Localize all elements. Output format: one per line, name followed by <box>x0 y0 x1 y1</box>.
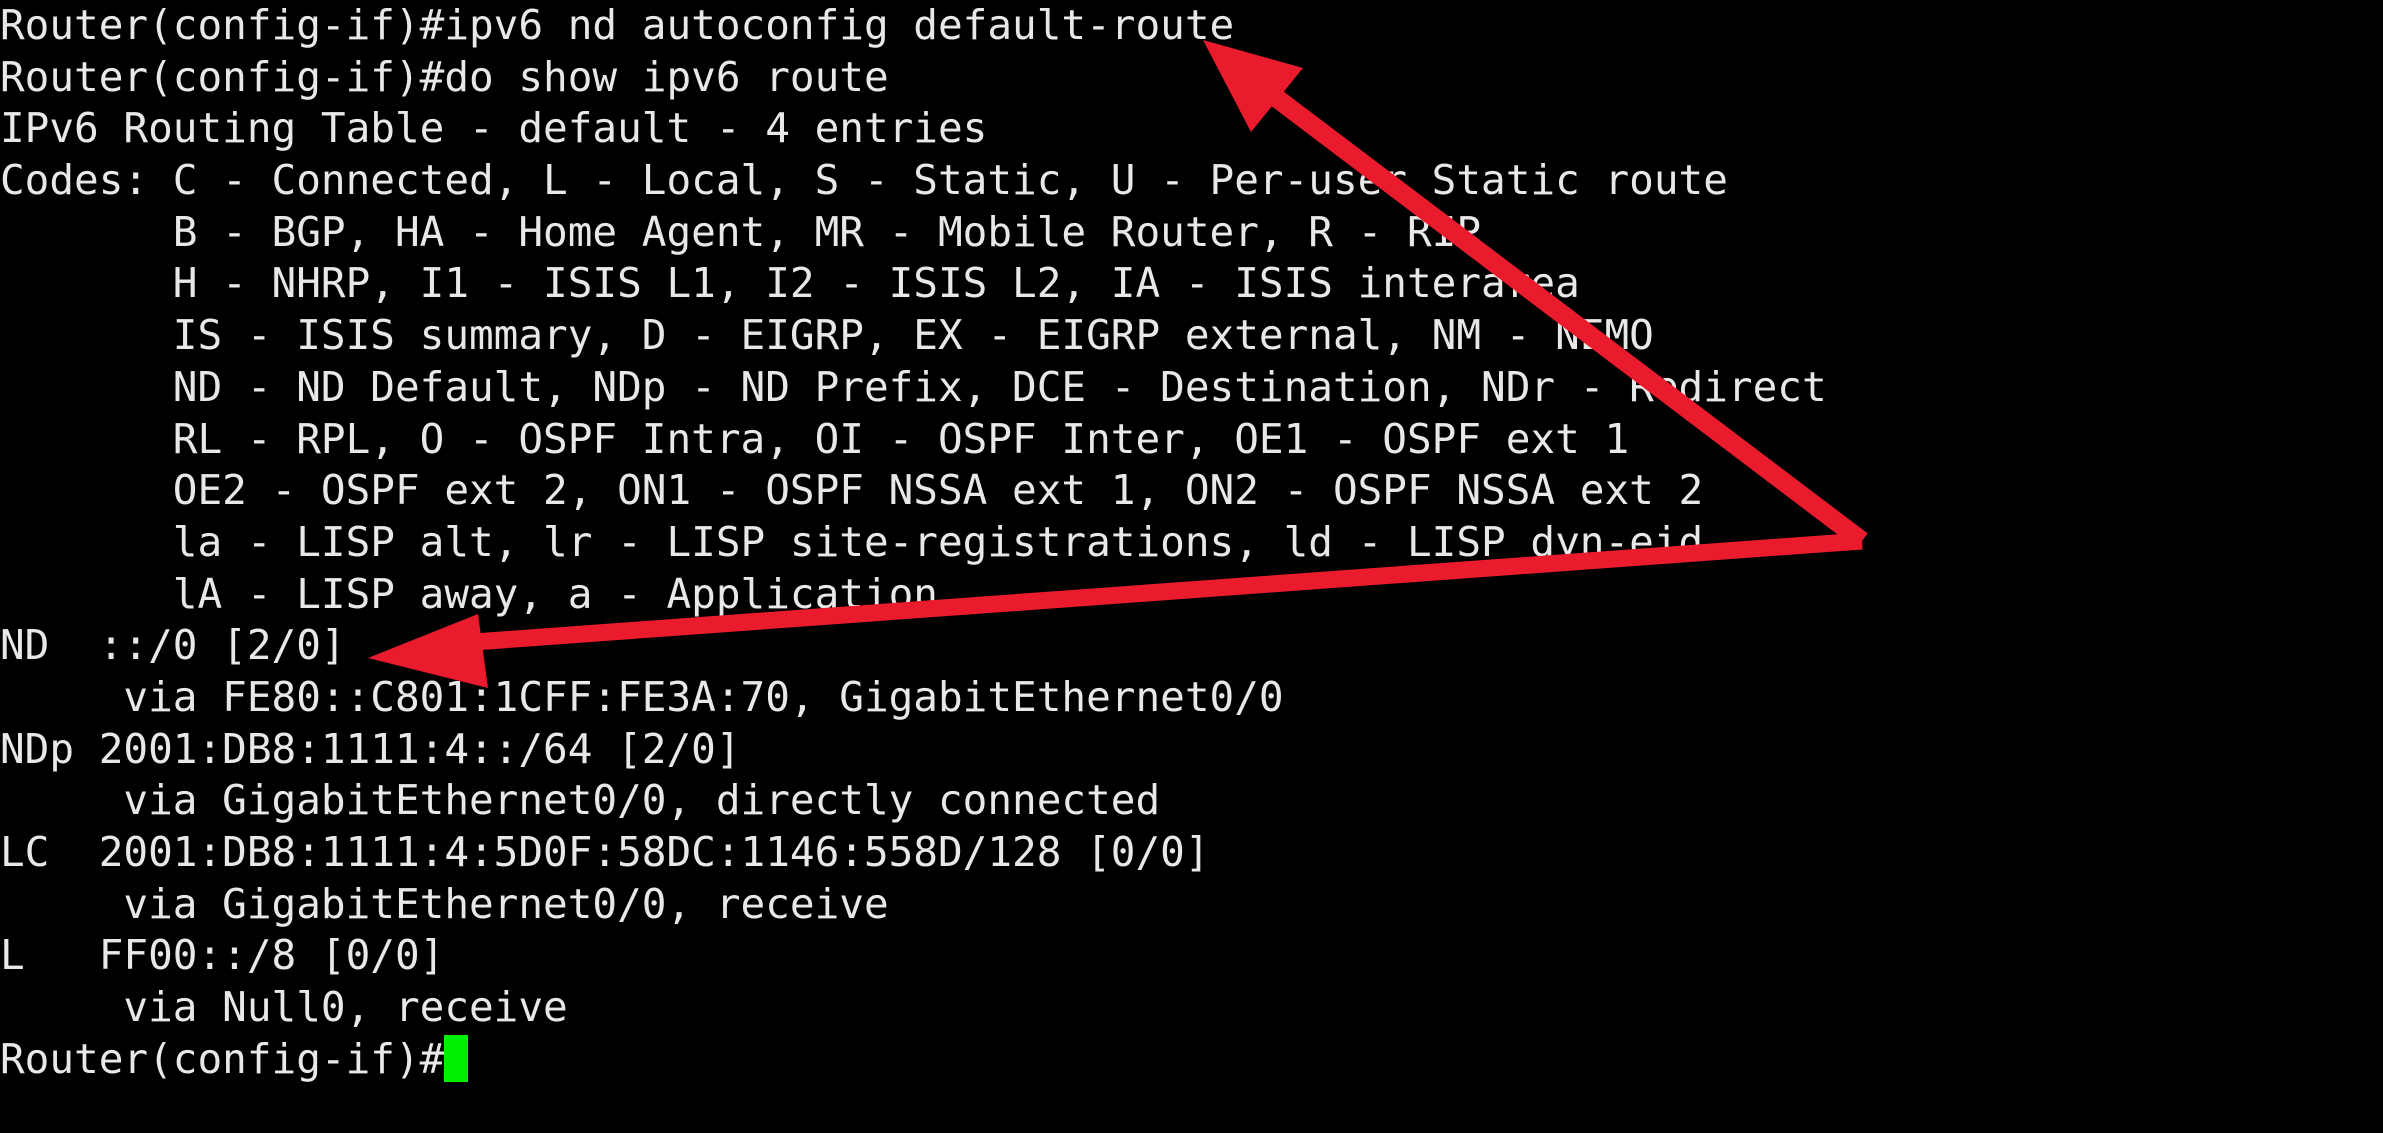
terminal-line: Router(config-if)#do show ipv6 route <box>0 52 889 101</box>
terminal-line: via Null0, receive <box>0 983 568 1032</box>
terminal-prompt: Router(config-if)# <box>0 1034 445 1083</box>
terminal-line: OE2 - OSPF ext 2, ON1 - OSPF NSSA ext 1,… <box>0 466 1704 515</box>
terminal-line: Codes: C - Connected, L - Local, S - Sta… <box>0 156 1728 205</box>
terminal-line: ND ::/0 [2/0] <box>0 621 346 670</box>
terminal-line: la - LISP alt, lr - LISP site-registrati… <box>0 517 1704 566</box>
terminal-line: NDp 2001:DB8:1111:4::/64 [2/0] <box>0 724 741 773</box>
terminal-line: L FF00::/8 [0/0] <box>0 931 445 980</box>
terminal-window[interactable]: Router(config-if)#ipv6 nd autoconfig def… <box>0 0 2383 1133</box>
terminal-line: Router(config-if)#ipv6 nd autoconfig def… <box>0 1 1235 49</box>
terminal-line: H - NHRP, I1 - ISIS L1, I2 - ISIS L2, IA… <box>0 259 1580 308</box>
terminal-line: B - BGP, HA - Home Agent, MR - Mobile Ro… <box>0 207 1482 256</box>
console-output: Router(config-if)#ipv6 nd autoconfig def… <box>0 0 2383 1085</box>
terminal-line: via GigabitEthernet0/0, receive <box>0 879 889 928</box>
terminal-prompt-line[interactable]: Router(config-if)# <box>0 1034 2383 1086</box>
terminal-line: via GigabitEthernet0/0, directly connect… <box>0 776 1161 825</box>
terminal-line: IS - ISIS summary, D - EIGRP, EX - EIGRP… <box>0 311 1654 360</box>
terminal-line: IPv6 Routing Table - default - 4 entries <box>0 104 988 153</box>
terminal-line: RL - RPL, O - OSPF Intra, OI - OSPF Inte… <box>0 414 1630 463</box>
terminal-line: via FE80::C801:1CFF:FE3A:70, GigabitEthe… <box>0 672 1284 721</box>
text-cursor <box>444 1034 469 1082</box>
terminal-line: LC 2001:DB8:1111:4:5D0F:58DC:1146:558D/1… <box>0 828 1210 876</box>
terminal-line: ND - ND Default, NDp - ND Prefix, DCE - … <box>0 362 1827 411</box>
terminal-line: lA - LISP away, a - Application <box>0 569 938 618</box>
